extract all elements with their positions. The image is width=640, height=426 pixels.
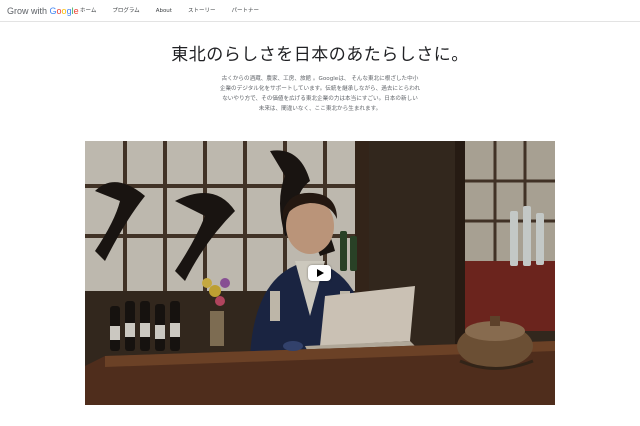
play-button[interactable] [308, 265, 331, 281]
logo-letter: G [49, 6, 57, 16]
intro-line: 古くからの酒蔵、農家、工房、旅館 。Googleは、 そんな東北に根ざした中小 [221, 76, 419, 82]
main-nav: ホーム プログラム About ストーリー パートナー [80, 5, 275, 17]
nav-link-about[interactable]: About [156, 5, 172, 17]
nav-link-stories[interactable]: ストーリー [188, 5, 216, 17]
intro-text: 古くからの酒蔵、農家、工房、旅館 。Googleは、 そんな東北に根ざした中小 … [210, 74, 430, 114]
nav-link-home[interactable]: ホーム [80, 5, 96, 17]
logo-text: Grow with [7, 6, 50, 16]
intro-line: 未来は、間違いなく、ここ東北から生まれます。 [258, 106, 382, 112]
grow-with-google-logo[interactable]: Grow with Google [7, 5, 79, 17]
intro-line: ないやり方で、その価値を広げる東北企業の力は本当にすごい。日本の新しい [222, 96, 418, 102]
nav-link-programs[interactable]: プログラム [112, 5, 139, 17]
intro-line: 企業のデジタル化をサポートしています。伝統を継承しながら、過去にとらわれ [219, 86, 421, 92]
page-title: 東北のらしさを日本のあたらしさに。 [171, 45, 469, 65]
logo-letter: e [73, 6, 79, 16]
top-navigation-bar: Grow with Google ホーム プログラム About ストーリー パ… [0, 0, 640, 22]
nav-link-partners[interactable]: パートナー [231, 5, 259, 17]
